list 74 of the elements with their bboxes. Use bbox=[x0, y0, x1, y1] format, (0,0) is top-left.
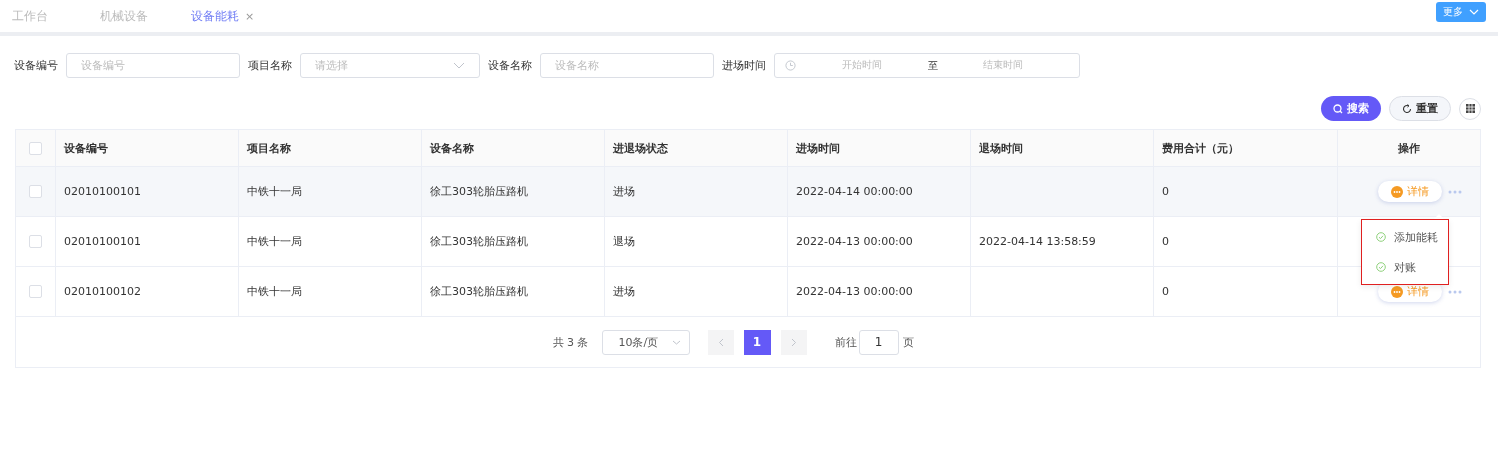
refresh-icon bbox=[1402, 103, 1412, 114]
table-cell: 徐工303轮胎压路机 bbox=[430, 184, 528, 199]
input-field[interactable]: 设备名称 bbox=[540, 53, 714, 78]
end-placeholder: 结束时间 bbox=[982, 59, 1025, 72]
table-cell: 02010100102 bbox=[64, 285, 141, 298]
more-icon bbox=[1391, 185, 1403, 198]
table-cell: 2022-04-14 00:00:00 bbox=[796, 185, 913, 198]
table-cell: 徐工303轮胎压路机 bbox=[430, 284, 528, 299]
checkbox[interactable] bbox=[29, 185, 42, 198]
table-cell: 2022-04-13 00:00:00 bbox=[796, 235, 913, 248]
field-label: 进场时间 bbox=[722, 58, 766, 73]
column-header: 进场时间 bbox=[796, 140, 840, 156]
table-cell: 02010100101 bbox=[64, 185, 141, 198]
table-cell: 中铁十一局 bbox=[247, 234, 302, 249]
next-page-button[interactable] bbox=[780, 329, 807, 355]
checkbox[interactable] bbox=[29, 235, 42, 248]
table-cell: 进场 bbox=[613, 184, 635, 199]
tab[interactable]: 设备能耗 × bbox=[179, 7, 267, 25]
column-header: 设备名称 bbox=[430, 140, 474, 156]
ellipsis-icon[interactable] bbox=[1448, 189, 1462, 194]
table-cell: 2022-04-14 13:58:59 bbox=[979, 235, 1096, 248]
table-cell: 0 bbox=[1162, 235, 1169, 248]
column-header: 退场时间 bbox=[979, 140, 1023, 156]
table-cell: 0 bbox=[1162, 285, 1169, 298]
clock-icon bbox=[785, 60, 796, 71]
page-input[interactable]: 1 bbox=[858, 329, 899, 355]
field-label: 设备名称 bbox=[488, 58, 532, 73]
page-suffix: 页 bbox=[902, 334, 914, 350]
field-label: 项目名称 bbox=[248, 58, 292, 73]
columns-button[interactable] bbox=[1459, 97, 1481, 120]
column-header: 项目名称 bbox=[247, 140, 291, 156]
total-count: 共 3 条 bbox=[552, 334, 589, 350]
select-field[interactable]: 请选择 bbox=[300, 53, 480, 78]
chevron-down-icon bbox=[1469, 9, 1479, 15]
field-label: 设备编号 bbox=[14, 58, 58, 73]
check-circle-icon bbox=[1376, 262, 1386, 272]
checkbox[interactable] bbox=[29, 285, 42, 298]
chevron-right-icon bbox=[790, 337, 797, 347]
checkbox[interactable] bbox=[29, 141, 42, 155]
column-header: 设备编号 bbox=[64, 140, 108, 156]
table-cell: 中铁十一局 bbox=[247, 284, 302, 299]
range-separator: 至 bbox=[927, 58, 938, 73]
search-icon bbox=[1333, 103, 1343, 114]
table-cell: 2022-04-13 00:00:00 bbox=[796, 285, 913, 298]
table-cell: 退场 bbox=[613, 234, 635, 249]
column-header: 费用合计（元） bbox=[1162, 140, 1239, 156]
tab[interactable]: 机械设备 bbox=[88, 7, 176, 25]
grid-icon bbox=[1465, 104, 1475, 113]
menu-item[interactable]: 对账 bbox=[1376, 259, 1448, 275]
table-cell: 0 bbox=[1162, 185, 1169, 198]
tab[interactable]: 工作台 bbox=[0, 7, 88, 25]
more-button[interactable]: 更多 bbox=[1436, 2, 1486, 22]
page-size-select[interactable]: 10条/页 bbox=[601, 329, 690, 355]
table-cell: 徐工303轮胎压路机 bbox=[430, 234, 528, 249]
table-cell: 进场 bbox=[613, 284, 635, 299]
ellipsis-icon[interactable] bbox=[1448, 289, 1462, 294]
check-circle-icon bbox=[1376, 232, 1386, 242]
table-cell: 02010100101 bbox=[64, 235, 141, 248]
search-button[interactable]: 搜索 bbox=[1321, 96, 1381, 121]
goto-label: 前往 bbox=[834, 334, 857, 350]
prev-page-button[interactable] bbox=[707, 329, 734, 355]
chevron-left-icon bbox=[717, 337, 724, 347]
close-icon[interactable]: × bbox=[245, 9, 255, 23]
column-header: 进退场状态 bbox=[613, 140, 668, 156]
menu-item[interactable]: 添加能耗 bbox=[1376, 229, 1448, 245]
reset-button[interactable]: 重置 bbox=[1389, 96, 1451, 121]
start-placeholder: 开始时间 bbox=[840, 59, 883, 72]
detail-button[interactable]: 详情 bbox=[1378, 181, 1442, 202]
date-range-field[interactable]: 开始时间 至 结束时间 bbox=[774, 53, 1080, 78]
page-button[interactable]: 1 bbox=[743, 329, 771, 355]
column-header: 操作 bbox=[1398, 140, 1420, 156]
table-cell: 中铁十一局 bbox=[247, 184, 302, 199]
chevron-down-icon bbox=[453, 62, 465, 69]
chevron-down-icon bbox=[671, 339, 681, 345]
